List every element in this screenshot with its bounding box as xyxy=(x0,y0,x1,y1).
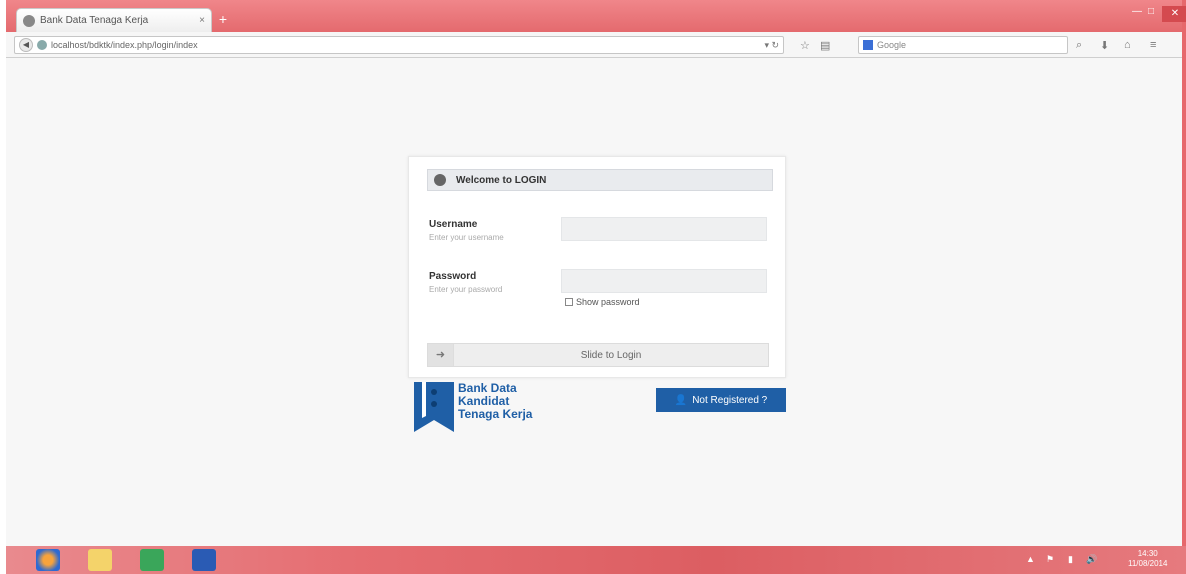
login-title: Welcome to LOGIN xyxy=(456,174,547,186)
login-slider[interactable]: ➜ Slide to Login xyxy=(427,343,769,367)
word-icon[interactable] xyxy=(192,549,216,571)
firefox-icon[interactable] xyxy=(36,549,60,571)
maximize-button[interactable]: □ xyxy=(1148,6,1154,17)
download-icon[interactable]: ⬇ xyxy=(1100,39,1109,52)
signal-icon[interactable]: ▮ xyxy=(1068,554,1073,565)
bookmark-star-icon[interactable]: ☆ xyxy=(800,39,810,52)
register-button[interactable]: 👤 Not Registered ? xyxy=(656,388,786,412)
login-slider-label[interactable]: Slide to Login xyxy=(454,350,768,361)
folder-icon[interactable] xyxy=(88,549,112,571)
tab-close-icon[interactable]: × xyxy=(199,15,205,26)
show-password-checkbox[interactable] xyxy=(565,298,573,306)
login-panel: Welcome to LOGIN Username Enter your use… xyxy=(408,156,786,378)
reload-icon[interactable]: ▾ ↻ xyxy=(764,40,779,51)
user-circle-icon xyxy=(434,174,446,186)
tab-title: Bank Data Tenaga Kerja xyxy=(40,15,149,26)
favicon-icon xyxy=(23,14,35,27)
image-viewer-icon[interactable] xyxy=(140,549,164,571)
bookmarks-list-icon[interactable]: ▤ xyxy=(820,39,830,52)
minimize-button[interactable]: — xyxy=(1132,6,1142,17)
nav-toolbar: ◀ localhost/bdktk/index.php/login/index … xyxy=(6,32,1182,58)
search-icon[interactable]: ⌕ xyxy=(1076,39,1082,52)
close-window-button[interactable]: ✕ xyxy=(1162,6,1186,22)
clock-date: 11/08/2014 xyxy=(1128,559,1168,568)
search-engine-icon[interactable] xyxy=(863,40,873,50)
register-label[interactable]: Not Registered ? xyxy=(692,395,767,406)
new-tab-button[interactable]: + xyxy=(216,10,230,28)
logo-text: Bank Data Kandidat Tenaga Kerja xyxy=(458,382,532,421)
username-label: Username xyxy=(429,219,478,230)
network-icon[interactable]: ▲ xyxy=(1026,554,1035,564)
url-text[interactable]: localhost/bdktk/index.php/login/index xyxy=(51,40,760,50)
home-icon[interactable]: ⌂ xyxy=(1124,39,1131,51)
search-placeholder[interactable]: Google xyxy=(877,40,906,50)
volume-icon[interactable]: 🔊 xyxy=(1086,554,1097,565)
arrow-right-icon[interactable]: ➜ xyxy=(428,344,454,366)
user-icon: 👤 xyxy=(674,394,688,406)
system-clock[interactable]: 14:30 11/08/2014 xyxy=(1128,549,1167,569)
password-input[interactable] xyxy=(561,269,767,293)
flag-icon[interactable]: ⚑ xyxy=(1046,554,1054,565)
password-hint: Enter your password xyxy=(429,285,503,294)
clock-time: 14:30 xyxy=(1137,549,1158,558)
logo-line-3: Tenaga Kerja xyxy=(458,407,533,421)
show-password-label[interactable]: Show password xyxy=(576,297,640,307)
app-logo: Bank Data Kandidat Tenaga Kerja xyxy=(414,382,574,434)
menu-icon[interactable]: ≡ xyxy=(1150,39,1156,51)
browser-tab[interactable]: Bank Data Tenaga Kerja × xyxy=(16,8,212,32)
username-hint: Enter your username xyxy=(429,233,504,242)
taskbar: ▲ ⚑ ▮ 🔊 14:30 11/08/2014 xyxy=(6,546,1186,574)
url-bar[interactable]: ◀ localhost/bdktk/index.php/login/index … xyxy=(14,36,784,54)
search-bar[interactable]: Google xyxy=(858,36,1068,54)
show-password-toggle[interactable]: Show password xyxy=(565,297,640,307)
bookmark-ribbon-icon xyxy=(414,382,454,432)
password-label: Password xyxy=(429,271,477,282)
back-arrow-icon[interactable]: ◀ xyxy=(19,38,33,52)
login-header: Welcome to LOGIN xyxy=(427,169,773,191)
site-identity-icon[interactable] xyxy=(37,40,47,50)
username-input[interactable] xyxy=(561,217,767,241)
title-bar: Bank Data Tenaga Kerja × + — □ ✕ xyxy=(6,0,1186,32)
